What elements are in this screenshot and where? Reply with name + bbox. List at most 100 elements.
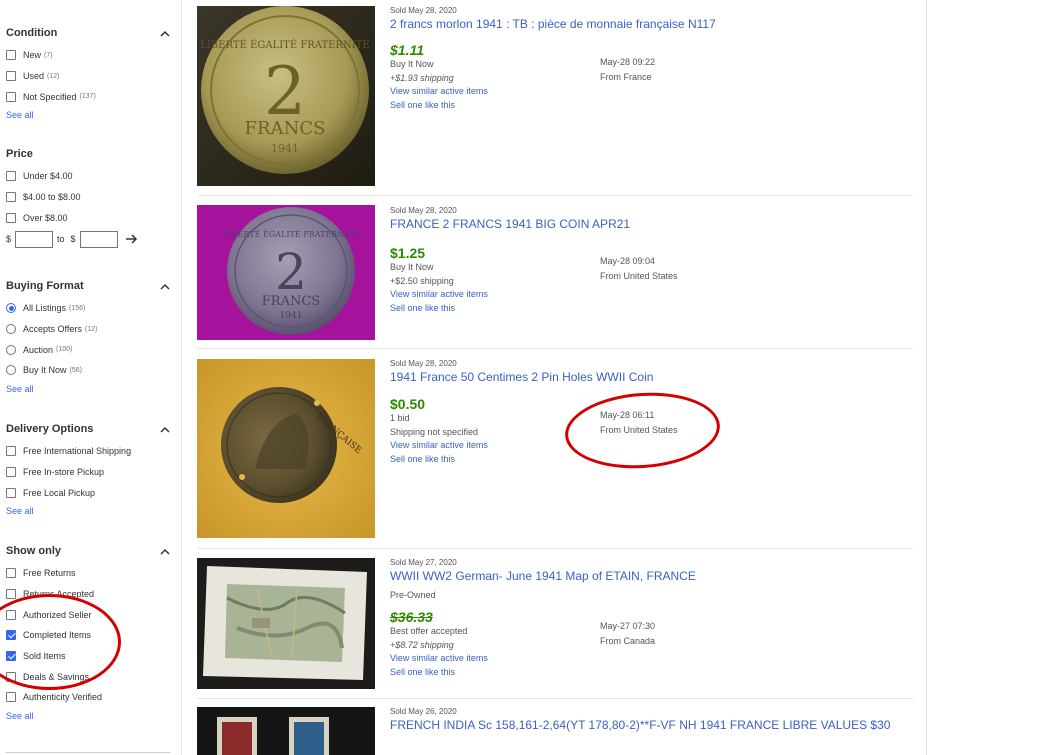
condition-header[interactable]: Condition xyxy=(6,27,174,41)
option-count: (156) xyxy=(69,304,86,312)
list-item: Sold May 27, 2020 WWII WW2 German- June … xyxy=(197,549,913,699)
item-info: Sold May 26, 2020 FRENCH INDIA Sc 158,16… xyxy=(390,707,910,733)
buying-format-see-all-link[interactable]: See all xyxy=(6,381,174,397)
checkbox[interactable] xyxy=(6,692,16,703)
buying-format-header[interactable]: Buying Format xyxy=(6,280,174,294)
delivery-see-all-link[interactable]: See all xyxy=(6,503,174,519)
option-label: Free International Shipping xyxy=(23,446,132,457)
checkbox[interactable] xyxy=(6,50,16,61)
item-image[interactable]: LIBERTÉ ÉGALITÉ FRATERNITÉ 2 FRANCS 1941 xyxy=(197,6,375,186)
format-option-auction[interactable]: Auction (100) xyxy=(6,339,174,360)
coin-legend: LIBERTÉ ÉGALITÉ FRATERNITÉ xyxy=(200,39,369,51)
checkbox[interactable] xyxy=(6,171,16,182)
checkbox[interactable] xyxy=(6,446,16,457)
delivery-option-local[interactable]: Free Local Pickup xyxy=(6,482,174,503)
filter-option-not-specified[interactable]: Not Specified (137) xyxy=(6,86,174,107)
option-count: (137) xyxy=(79,93,96,101)
checkbox[interactable] xyxy=(6,467,16,478)
item-title-link[interactable]: 2 francs morlon 1941 : TB : pièce de mon… xyxy=(390,17,910,32)
chevron-up-icon[interactable] xyxy=(160,282,170,292)
option-label: Authenticity Verified xyxy=(23,692,103,703)
option-count: (56) xyxy=(69,366,82,374)
sell-one-link[interactable]: Sell one like this xyxy=(390,99,910,113)
delivery-header[interactable]: Delivery Options xyxy=(6,423,174,437)
chevron-up-icon[interactable] xyxy=(160,425,170,435)
item-image[interactable] xyxy=(197,558,375,689)
checkbox[interactable] xyxy=(6,568,16,579)
option-label: All Listings xyxy=(23,303,67,314)
item-location: From United States xyxy=(600,271,678,281)
view-similar-link[interactable]: View similar active items xyxy=(390,85,910,99)
buying-format-section: Buying Format All Listings (156) Accepts … xyxy=(6,280,174,397)
option-label: Free Local Pickup xyxy=(23,487,96,498)
option-count: (12) xyxy=(47,72,60,80)
sell-one-link[interactable]: Sell one like this xyxy=(390,302,910,316)
radio[interactable] xyxy=(6,303,16,314)
chevron-up-icon[interactable] xyxy=(160,29,170,39)
filter-option-over-8[interactable]: Over $8.00 xyxy=(6,207,174,228)
filter-option-used[interactable]: Used (12) xyxy=(6,66,174,87)
filter-option-new[interactable]: New (7) xyxy=(6,45,174,66)
radio[interactable] xyxy=(6,344,16,355)
chevron-up-icon[interactable] xyxy=(160,547,170,557)
delivery-option-instore[interactable]: Free In-store Pickup xyxy=(6,462,174,483)
coin-year: 1941 xyxy=(271,142,299,155)
arrow-right-icon[interactable] xyxy=(125,234,138,244)
filter-option-under-4[interactable]: Under $4.00 xyxy=(6,166,174,187)
show-only-header[interactable]: Show only xyxy=(6,545,174,559)
coin-unit: FRANCS xyxy=(262,294,320,309)
list-item: LIBERTÉ ÉGALITÉ FRATERNITÉ 2 FRANCS 1941… xyxy=(197,0,913,196)
item-condition: Pre-Owned xyxy=(390,590,436,600)
sell-one-link[interactable]: Sell one like this xyxy=(390,666,910,680)
min-price-input[interactable] xyxy=(15,230,54,248)
item-image[interactable]: LIBERTÉ ÉGALITÉ FRATERNITÉ 2 FRANCS 1941 xyxy=(197,205,375,340)
item-image[interactable] xyxy=(197,707,375,755)
currency-label: $ xyxy=(6,234,12,245)
price-section: Price Under $4.00 $4.00 to $8.00 Over $8… xyxy=(6,148,174,250)
delivery-title: Delivery Options xyxy=(6,423,94,435)
show-only-see-all-link[interactable]: See all xyxy=(6,708,174,724)
item-image[interactable]: FRANÇAISE xyxy=(197,359,375,538)
item-meta: May-27 07:30 From Canada xyxy=(600,619,655,649)
option-label: Over $8.00 xyxy=(23,212,68,223)
view-similar-link[interactable]: View similar active items xyxy=(390,288,910,302)
show-option-authenticity[interactable]: Authenticity Verified xyxy=(6,687,174,708)
show-option-free-returns[interactable]: Free Returns xyxy=(6,563,174,584)
format-option-accepts-offers[interactable]: Accepts Offers (12) xyxy=(6,319,174,340)
option-label: Used xyxy=(23,71,45,82)
view-similar-link[interactable]: View similar active items xyxy=(390,652,910,666)
checkbox[interactable] xyxy=(6,212,16,223)
coin-legend: LIBERTÉ ÉGALITÉ FRATERNITÉ xyxy=(223,230,359,239)
checkbox[interactable] xyxy=(6,192,16,203)
checkbox[interactable] xyxy=(6,91,16,102)
option-label: New xyxy=(23,50,42,61)
sidebar-bottom-divider xyxy=(6,752,170,753)
item-title-link[interactable]: FRENCH INDIA Sc 158,161-2,64(YT 178,80-2… xyxy=(390,718,910,733)
coin-image: LIBERTÉ ÉGALITÉ FRATERNITÉ 2 FRANCS 1941 xyxy=(197,6,375,186)
item-location: From France xyxy=(600,72,652,82)
checkbox[interactable] xyxy=(6,589,16,600)
buying-format-title: Buying Format xyxy=(6,280,84,292)
coin-year: 1941 xyxy=(280,311,303,321)
format-option-buy-it-now[interactable]: Buy It Now (56) xyxy=(6,360,174,381)
item-location: From Canada xyxy=(600,636,656,646)
item-title-link[interactable]: 1941 France 50 Centimes 2 Pin Holes WWII… xyxy=(390,370,910,385)
delivery-section: Delivery Options Free International Ship… xyxy=(6,423,174,519)
item-title-link[interactable]: FRANCE 2 FRANCS 1941 BIG COIN APR21 xyxy=(390,217,910,232)
filter-option-4-to-8[interactable]: $4.00 to $8.00 xyxy=(6,187,174,208)
checkbox[interactable] xyxy=(6,71,16,82)
delivery-option-free-intl[interactable]: Free International Shipping xyxy=(6,441,174,462)
condition-see-all-link[interactable]: See all xyxy=(6,107,174,123)
option-label: Auction xyxy=(23,344,54,355)
item-title-link[interactable]: WWII WW2 German- June 1941 Map of ETAIN,… xyxy=(390,569,910,584)
radio[interactable] xyxy=(6,324,16,335)
max-price-input[interactable] xyxy=(79,230,118,248)
format-option-all-listings[interactable]: All Listings (156) xyxy=(6,298,174,319)
checkbox[interactable] xyxy=(6,487,16,498)
radio[interactable] xyxy=(6,365,16,376)
option-label: Under $4.00 xyxy=(23,171,73,182)
list-item: FRANÇAISE Sold May 28, 2020 1941 France … xyxy=(197,349,913,549)
sold-date: Sold May 26, 2020 xyxy=(390,707,457,716)
item-end-time: May-28 09:04 xyxy=(600,256,656,266)
sold-date: Sold May 28, 2020 xyxy=(390,206,457,215)
